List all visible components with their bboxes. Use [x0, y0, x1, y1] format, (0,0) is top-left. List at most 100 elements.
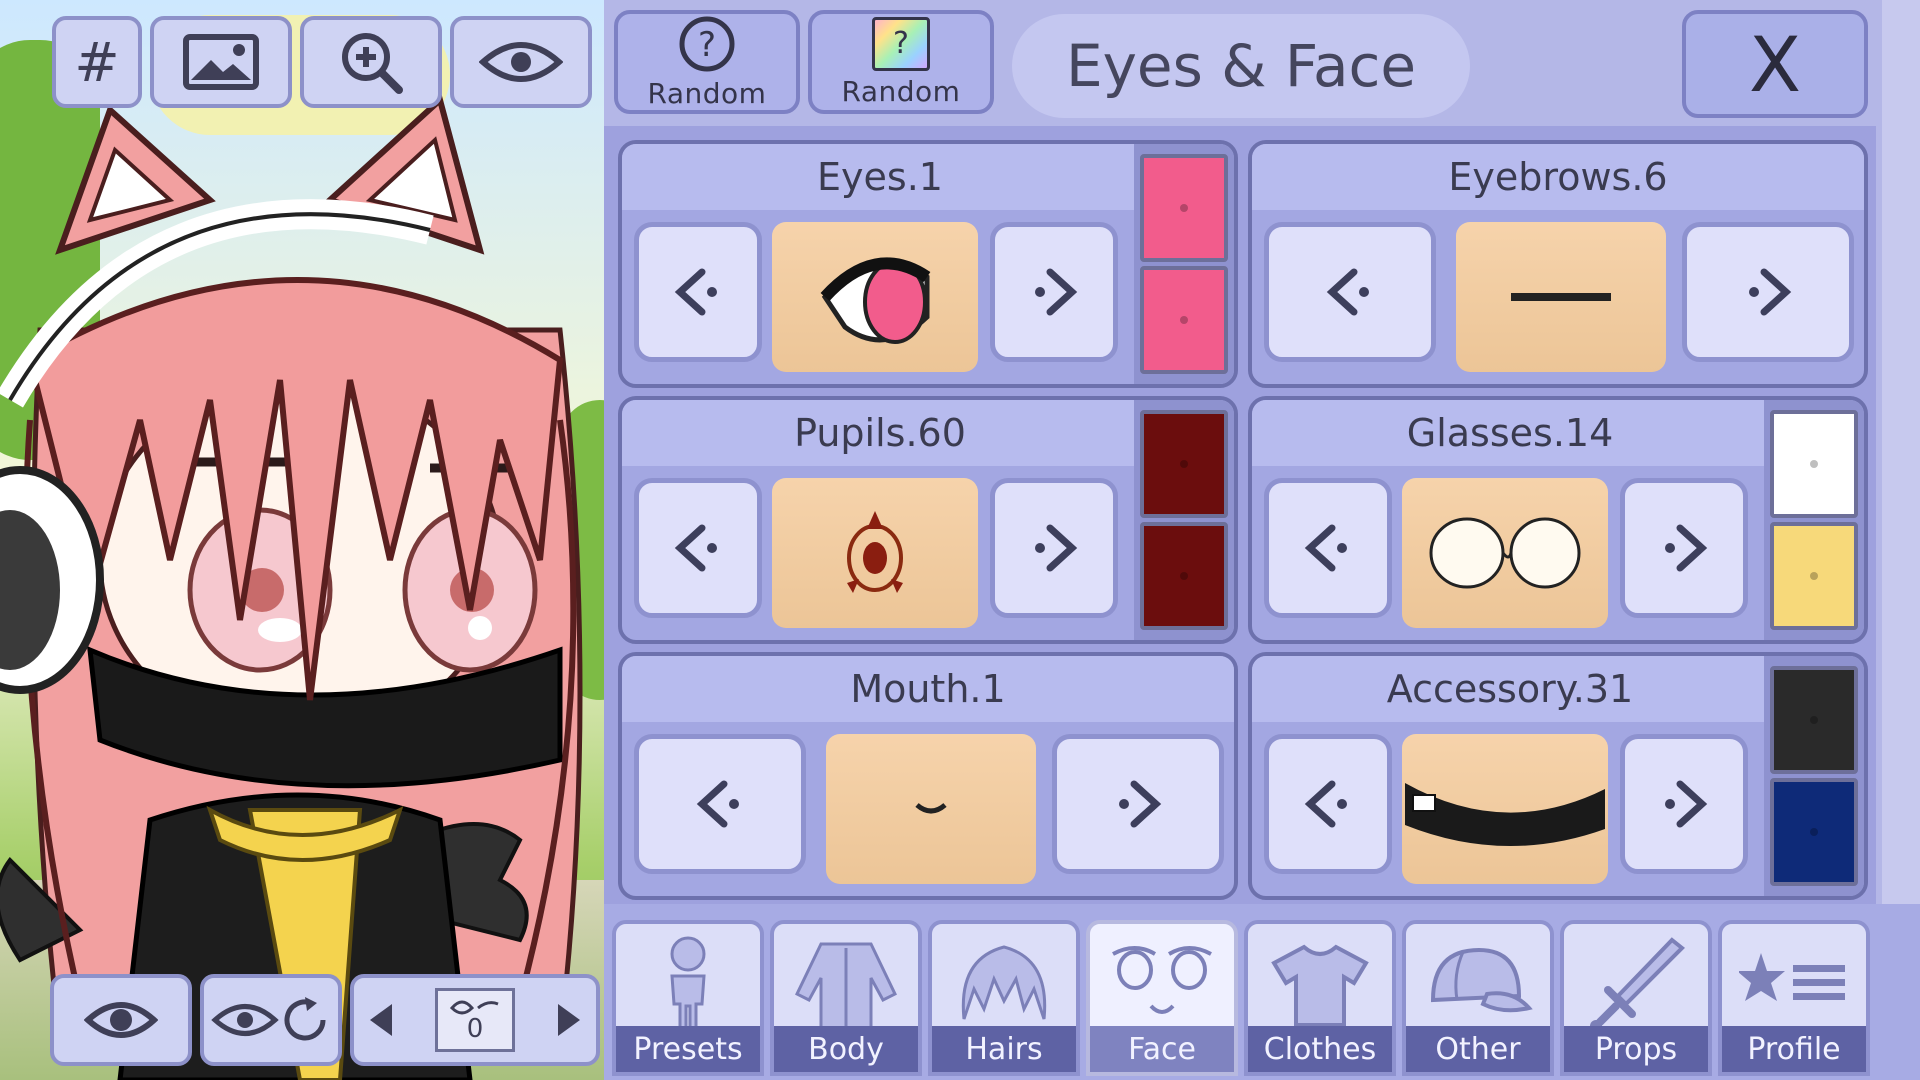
eye-icon — [84, 1002, 158, 1038]
glasses-color-1[interactable] — [1770, 410, 1858, 518]
mouth-title: Mouth.1 — [622, 656, 1234, 722]
eyes-prev-button[interactable] — [634, 222, 762, 362]
grid-toggle-button[interactable]: # — [52, 16, 142, 108]
zoom-button[interactable] — [300, 16, 442, 108]
tab-clothes[interactable]: Clothes — [1244, 920, 1396, 1076]
jacket-icon — [795, 942, 897, 1032]
chevron-right-icon — [1665, 780, 1708, 828]
face-icon — [1112, 946, 1212, 1014]
chevron-right-icon — [1035, 524, 1078, 572]
eyes-preview[interactable] — [772, 222, 978, 372]
accessory-next-button[interactable] — [1620, 734, 1748, 874]
mouth-preview[interactable] — [826, 734, 1036, 884]
pose-counter-value: 0 — [466, 1014, 484, 1044]
eyebrows-preview[interactable] — [1456, 222, 1666, 372]
pupils-card: Pupils.60 — [618, 396, 1238, 644]
mouth-prev-button[interactable] — [634, 734, 806, 874]
tab-props[interactable]: Props — [1560, 920, 1712, 1076]
tab-face-label: Face — [1090, 1026, 1234, 1072]
chevron-right-icon — [1035, 268, 1078, 316]
chevron-right-icon — [1749, 268, 1792, 316]
pupils-prev-button[interactable] — [634, 478, 762, 618]
accessory-prev-button[interactable] — [1264, 734, 1392, 874]
eye-icon — [479, 42, 563, 82]
mouth-next-button[interactable] — [1052, 734, 1224, 874]
eyebrows-next-button[interactable] — [1682, 222, 1854, 362]
pupils-title: Pupils.60 — [622, 400, 1138, 466]
glasses-preview-icon — [1429, 517, 1581, 589]
mouth-card: Mouth.1 — [618, 652, 1238, 900]
sword-icon — [1590, 937, 1685, 1032]
glasses-prev-button[interactable] — [1264, 478, 1392, 618]
close-button[interactable]: X — [1682, 10, 1868, 118]
chevron-left-icon — [674, 524, 717, 572]
accessory-card: Accessory.31 — [1248, 652, 1868, 900]
chevron-left-icon — [1304, 524, 1347, 572]
tab-hairs[interactable]: Hairs — [928, 920, 1080, 1076]
accessory-color-column — [1764, 656, 1864, 896]
pupils-color-column — [1134, 400, 1234, 640]
eyebrows-title: Eyebrows.6 — [1252, 144, 1864, 210]
shirt-icon — [1271, 944, 1369, 1027]
eyes-card: Eyes.1 — [618, 140, 1238, 388]
glasses-color-column — [1764, 400, 1864, 640]
hide-ui-button[interactable] — [50, 974, 192, 1066]
glasses-title: Glasses.14 — [1252, 400, 1768, 466]
tab-profile[interactable]: Profile — [1718, 920, 1870, 1076]
eye-refresh-icon — [211, 997, 326, 1041]
reset-view-button[interactable] — [200, 974, 342, 1066]
triangle-left-icon[interactable] — [370, 1004, 392, 1036]
character-stage[interactable]: # 0 — [0, 0, 604, 1080]
pose-selector[interactable]: 0 — [350, 974, 600, 1066]
chevron-right-icon — [1119, 780, 1162, 828]
tab-face[interactable]: Face — [1086, 920, 1238, 1076]
glasses-color-2[interactable] — [1770, 522, 1858, 630]
person-icon — [670, 936, 706, 1034]
pose-counter-box: 0 — [435, 988, 515, 1052]
pupils-next-button[interactable] — [990, 478, 1118, 618]
tab-props-label: Props — [1564, 1026, 1708, 1072]
glasses-next-button[interactable] — [1620, 478, 1748, 618]
pupils-color-1[interactable] — [1140, 410, 1228, 518]
triangle-right-icon[interactable] — [558, 1004, 580, 1036]
accessory-color-1[interactable] — [1770, 666, 1858, 774]
rainbow-question-icon: ? — [872, 16, 930, 71]
cap-icon — [1430, 947, 1533, 1013]
random-face-label: Random — [647, 76, 767, 110]
hair-icon — [961, 945, 1047, 1020]
chevron-right-icon — [1665, 524, 1708, 572]
face-mask-preview-icon — [1405, 783, 1605, 847]
tab-presets[interactable]: Presets — [612, 920, 764, 1076]
eyebrows-prev-button[interactable] — [1264, 222, 1436, 362]
eyebrow-preview-icon — [1511, 293, 1611, 301]
image-icon — [183, 34, 259, 90]
background-button[interactable] — [150, 16, 292, 108]
eye-preview-icon — [820, 257, 931, 344]
eyes-color-2[interactable] — [1140, 266, 1228, 374]
pupils-preview[interactable] — [772, 478, 978, 628]
mouth-preview-icon — [915, 803, 947, 814]
glasses-card: Glasses.14 — [1248, 396, 1868, 644]
view-button[interactable] — [450, 16, 592, 108]
accessory-preview[interactable] — [1402, 734, 1608, 884]
zoom-in-icon — [342, 33, 403, 94]
character-avatar — [0, 94, 583, 1080]
tab-body[interactable]: Body — [770, 920, 922, 1076]
eyes-color-1[interactable] — [1140, 154, 1228, 262]
glasses-preview[interactable] — [1402, 478, 1608, 628]
tab-body-label: Body — [774, 1026, 918, 1072]
tab-clothes-label: Clothes — [1248, 1026, 1392, 1072]
tab-other[interactable]: Other — [1402, 920, 1554, 1076]
eyes-next-button[interactable] — [990, 222, 1118, 362]
pupil-preview-icon — [847, 511, 903, 593]
accessory-title: Accessory.31 — [1252, 656, 1768, 722]
random-face-button[interactable]: ? Random — [614, 10, 800, 114]
random-color-button[interactable]: ? Random — [808, 10, 994, 114]
random-color-label: Random — [841, 74, 961, 108]
question-mark: ? — [698, 25, 716, 65]
chevron-left-icon — [1326, 268, 1369, 316]
chevron-left-icon — [1304, 780, 1347, 828]
pupils-color-2[interactable] — [1140, 522, 1228, 630]
accessory-color-2[interactable] — [1770, 778, 1858, 886]
tab-other-label: Other — [1406, 1026, 1550, 1072]
